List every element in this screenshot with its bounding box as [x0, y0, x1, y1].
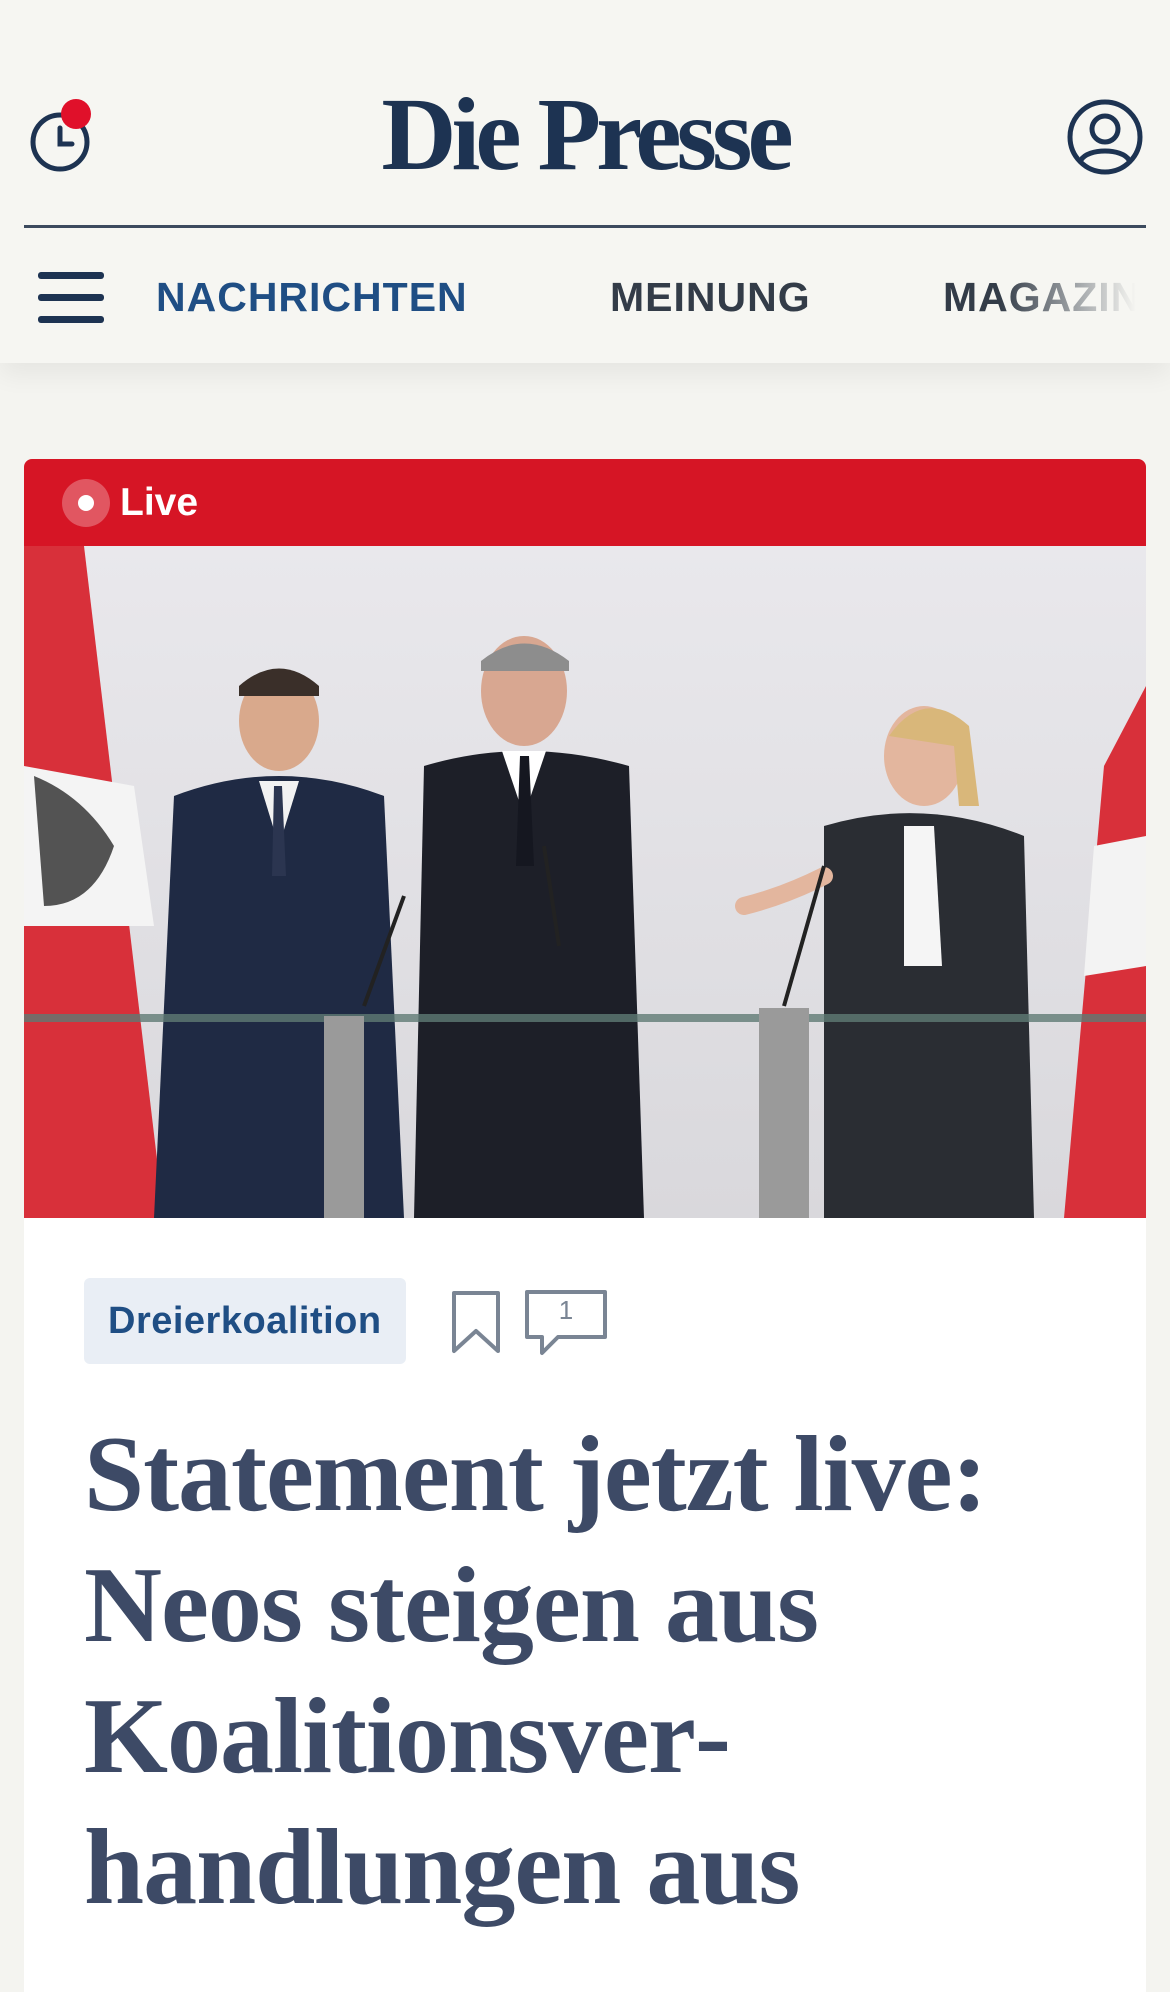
nav-item-meinung[interactable]: MEINUNG [610, 274, 811, 321]
topic-tag[interactable]: Dreierkoalition [84, 1278, 406, 1364]
main-navigation: NACHRICHTEN MEINUNG MAGAZIN [0, 246, 1170, 346]
page: Die Presse NACHRICHTEN MEINUNG MAGAZIN L… [0, 0, 1170, 1992]
site-logo[interactable]: Die Presse [300, 80, 870, 190]
bookmark-icon [452, 1291, 500, 1353]
comment-count: 1 [558, 1295, 574, 1325]
live-indicator-icon [62, 479, 110, 527]
clock-icon [30, 99, 91, 172]
notification-dot [61, 99, 91, 129]
live-label: Live [120, 481, 199, 524]
nav-scroll-fade [1000, 246, 1170, 346]
article-card[interactable]: Live Dreierkoalition 1 Statement jetzt l… [24, 459, 1146, 1992]
site-header: Die Presse NACHRICHTEN MEINUNG MAGAZIN [0, 0, 1170, 363]
live-banner: Live [24, 459, 1146, 546]
article-photo[interactable] [24, 546, 1146, 1218]
hamburger-menu-icon[interactable] [38, 270, 106, 326]
article-headline[interactable]: Statement jetzt live: Neos steigen aus K… [84, 1409, 1084, 1933]
user-icon [1067, 99, 1143, 175]
header-divider [24, 225, 1146, 228]
account-button[interactable] [1066, 98, 1144, 176]
history-button[interactable] [28, 96, 98, 176]
bookmark-button[interactable] [450, 1289, 502, 1355]
comments-button[interactable]: 1 [524, 1289, 608, 1357]
nav-item-nachrichten[interactable]: NACHRICHTEN [156, 274, 468, 321]
